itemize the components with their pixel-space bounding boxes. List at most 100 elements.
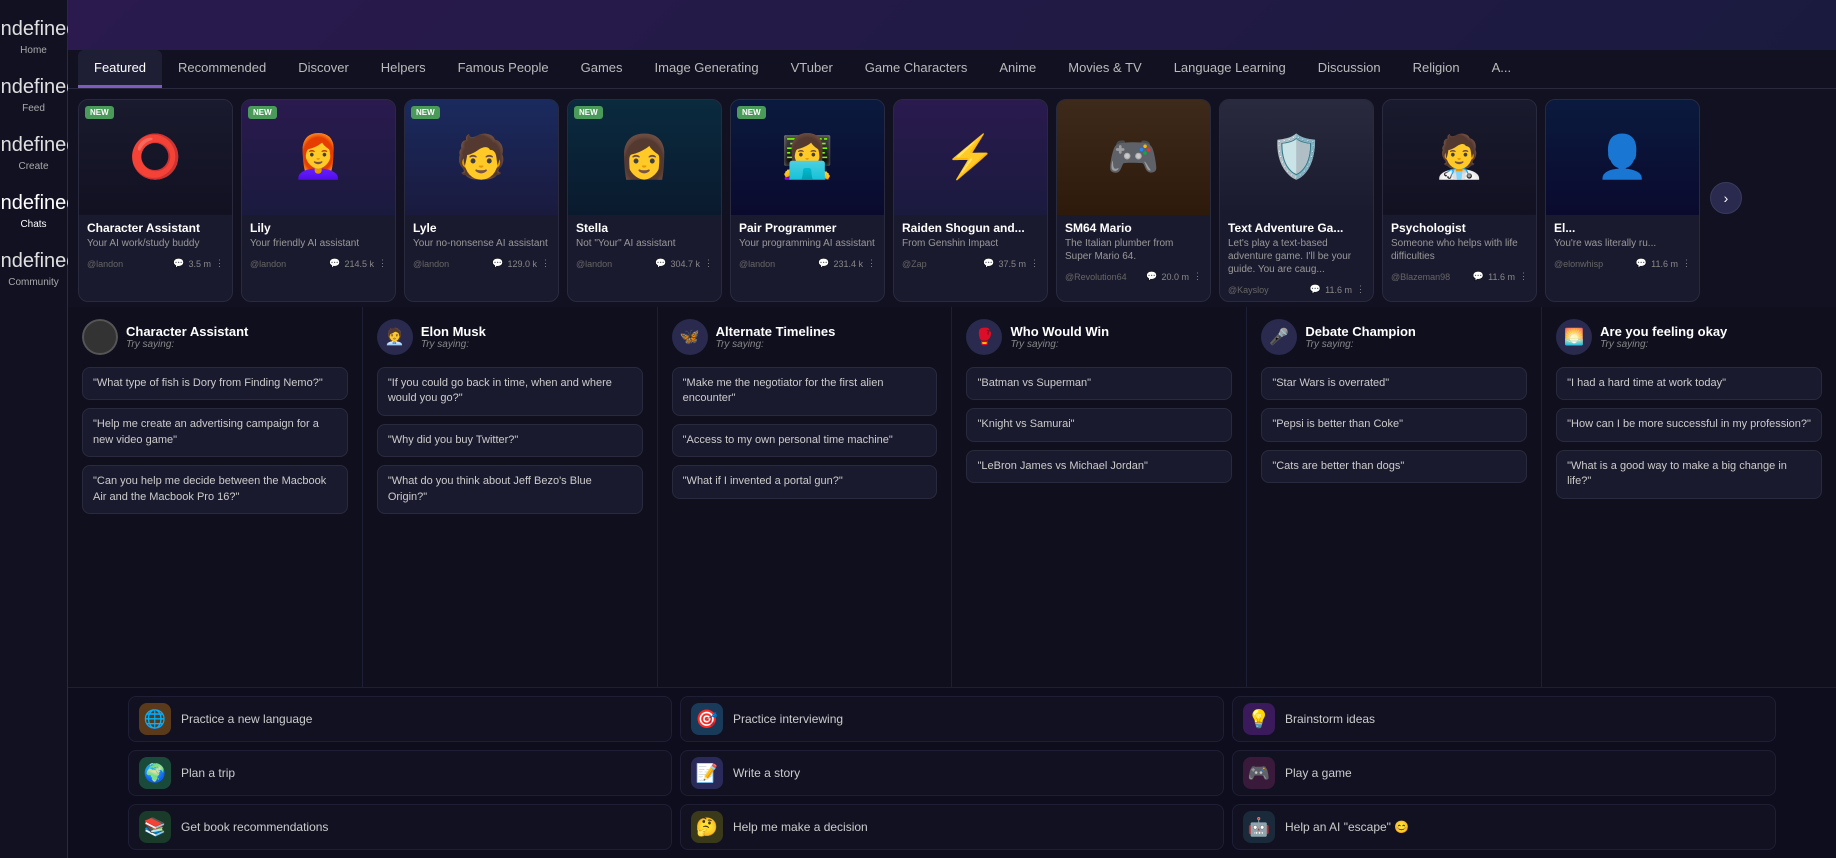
tab-discussion[interactable]: Discussion bbox=[1302, 50, 1397, 88]
tab-featured[interactable]: Featured bbox=[78, 50, 162, 88]
card-name-lyle: Lyle bbox=[413, 221, 550, 235]
try-saying-label: Try saying: bbox=[421, 339, 486, 350]
try-prompt[interactable]: "Knight vs Samurai" bbox=[966, 408, 1232, 441]
card-character-assistant[interactable]: NEW ⭕ Character Assistant Your AI work/s… bbox=[78, 99, 233, 302]
card-info-raiden-shogun: Raiden Shogun and... From Genshin Impact bbox=[894, 215, 1047, 254]
character-cards-row: NEW ⭕ Character Assistant Your AI work/s… bbox=[68, 89, 1710, 307]
card-name-stella: Stella bbox=[576, 221, 713, 235]
chat-icon: 💬 bbox=[492, 258, 503, 269]
card-psychologist[interactable]: 🧑‍⚕️ Psychologist Someone who helps with… bbox=[1382, 99, 1537, 302]
tab-image-generating[interactable]: Image Generating bbox=[639, 50, 775, 88]
category-tabs: FeaturedRecommendedDiscoverHelpersFamous… bbox=[68, 50, 1836, 89]
try-prompt[interactable]: "What is a good way to make a big change… bbox=[1556, 450, 1822, 499]
try-prompt[interactable]: "Cats are better than dogs" bbox=[1261, 450, 1527, 483]
try-prompt[interactable]: "LeBron James vs Michael Jordan" bbox=[966, 450, 1232, 483]
tab-game-characters[interactable]: Game Characters bbox=[849, 50, 984, 88]
try-prompt[interactable]: "How can I be more successful in my prof… bbox=[1556, 408, 1822, 441]
card-info-lyle: Lyle Your no-nonsense AI assistant bbox=[405, 215, 558, 254]
try-prompt[interactable]: "Help me create an advertising campaign … bbox=[82, 408, 348, 457]
card-sm64-mario[interactable]: 🎮 SM64 Mario The Italian plumber from Su… bbox=[1056, 99, 1211, 302]
more-icon: ⋮ bbox=[867, 258, 876, 269]
tab-movies-tv[interactable]: Movies & TV bbox=[1052, 50, 1157, 88]
card-image-eli: 👤 bbox=[1546, 100, 1699, 215]
chat-icon: 💬 bbox=[655, 258, 666, 269]
action-help-decision[interactable]: 🤔 Help me make a decision bbox=[680, 804, 1224, 850]
sidebar-item-feed[interactable]: undefined Feed bbox=[4, 68, 64, 122]
tab-more[interactable]: A... bbox=[1476, 50, 1528, 88]
try-name-alternate-timelines: Alternate Timelines bbox=[716, 324, 836, 339]
try-prompt[interactable]: "If you could go back in time, when and … bbox=[377, 367, 643, 416]
more-icon: ⋮ bbox=[1193, 271, 1202, 282]
try-saying-label: Try saying: bbox=[716, 339, 836, 350]
try-prompt[interactable]: "What type of fish is Dory from Finding … bbox=[82, 367, 348, 400]
action-brainstorm-ideas[interactable]: 💡 Brainstorm ideas bbox=[1232, 696, 1776, 742]
tab-recommended[interactable]: Recommended bbox=[162, 50, 282, 88]
tab-vtuber[interactable]: VTuber bbox=[775, 50, 849, 88]
try-prompt[interactable]: "Star Wars is overrated" bbox=[1261, 367, 1527, 400]
sidebar: undefined Homeundefined Feedundefined Cr… bbox=[0, 0, 68, 858]
action-icon-plan-trip: 🌍 bbox=[139, 757, 171, 789]
community-icon: undefined bbox=[0, 250, 77, 273]
tab-religion[interactable]: Religion bbox=[1397, 50, 1476, 88]
sidebar-item-chats[interactable]: undefined Chats bbox=[4, 184, 64, 238]
try-prompt[interactable]: "Why did you buy Twitter?" bbox=[377, 424, 643, 457]
action-icon-book-recommendations: 📚 bbox=[139, 811, 171, 843]
action-write-story[interactable]: 📝 Write a story bbox=[680, 750, 1224, 796]
card-eli[interactable]: 👤 El... You're was literally ru... @elon… bbox=[1545, 99, 1700, 302]
card-desc-character-assistant: Your AI work/study buddy bbox=[87, 237, 224, 250]
try-prompt[interactable]: "Pepsi is better than Coke" bbox=[1261, 408, 1527, 441]
cards-next-button[interactable]: › bbox=[1710, 182, 1742, 214]
card-author-pair-programmer: @landon bbox=[739, 259, 775, 269]
feed-icon: undefined bbox=[0, 76, 77, 99]
action-icon-practice-interviewing: 🎯 bbox=[691, 703, 723, 735]
card-image-raiden-shogun: ⚡ bbox=[894, 100, 1047, 215]
card-stella[interactable]: NEW 👩 Stella Not "Your" AI assistant @la… bbox=[567, 99, 722, 302]
action-ai-escape[interactable]: 🤖 Help an AI "escape" 😊 bbox=[1232, 804, 1776, 850]
tab-anime[interactable]: Anime bbox=[983, 50, 1052, 88]
sidebar-item-home[interactable]: undefined Home bbox=[4, 10, 64, 64]
try-prompt[interactable]: "Batman vs Superman" bbox=[966, 367, 1232, 400]
action-book-recommendations[interactable]: 📚 Get book recommendations bbox=[128, 804, 672, 850]
action-label-write-story: Write a story bbox=[733, 766, 800, 780]
more-icon: ⋮ bbox=[215, 258, 224, 269]
card-text-adventure-game[interactable]: 🛡️ Text Adventure Ga... Let's play a tex… bbox=[1219, 99, 1374, 302]
sidebar-item-create[interactable]: undefined Create bbox=[4, 126, 64, 180]
try-prompt[interactable]: "Access to my own personal time machine" bbox=[672, 424, 938, 457]
char-emoji-sm64-mario: 🎮 bbox=[1057, 100, 1210, 215]
try-col-who-would-win: 🥊 Who Would Win Try saying: "Batman vs S… bbox=[952, 307, 1247, 687]
try-avatar-alternate-timelines: 🦋 bbox=[672, 319, 708, 355]
more-icon: ⋮ bbox=[1519, 271, 1528, 282]
action-plan-trip[interactable]: 🌍 Plan a trip bbox=[128, 750, 672, 796]
try-prompt[interactable]: "Make me the negotiator for the first al… bbox=[672, 367, 938, 416]
tab-language-learning[interactable]: Language Learning bbox=[1158, 50, 1302, 88]
card-desc-eli: You're was literally ru... bbox=[1554, 237, 1691, 250]
action-play-game[interactable]: 🎮 Play a game bbox=[1232, 750, 1776, 796]
sidebar-item-community[interactable]: undefined Community bbox=[4, 242, 64, 296]
card-image-lyle: NEW 🧑 bbox=[405, 100, 558, 215]
card-pair-programmer[interactable]: NEW 👩‍💻 Pair Programmer Your programming… bbox=[730, 99, 885, 302]
card-lyle[interactable]: NEW 🧑 Lyle Your no-nonsense AI assistant… bbox=[404, 99, 559, 302]
tab-helpers[interactable]: Helpers bbox=[365, 50, 442, 88]
try-prompt[interactable]: "Can you help me decide between the Macb… bbox=[82, 465, 348, 514]
card-lily[interactable]: NEW 👩‍🦰 Lily Your friendly AI assistant … bbox=[241, 99, 396, 302]
tab-famous-people[interactable]: Famous People bbox=[442, 50, 565, 88]
try-prompt[interactable]: "What if I invented a portal gun?" bbox=[672, 465, 938, 498]
action-icon-brainstorm-ideas: 💡 bbox=[1243, 703, 1275, 735]
try-avatar-debate-champion: 🎤 bbox=[1261, 319, 1297, 355]
card-raiden-shogun[interactable]: ⚡ Raiden Shogun and... From Genshin Impa… bbox=[893, 99, 1048, 302]
action-practice-language[interactable]: 🌐 Practice a new language bbox=[128, 696, 672, 742]
card-author-sm64-mario: @Revolution64 bbox=[1065, 272, 1127, 282]
more-icon: ⋮ bbox=[541, 258, 550, 269]
card-footer-character-assistant: @landon 💬 3.5 m ⋮ bbox=[79, 254, 232, 275]
try-prompt[interactable]: "I had a hard time at work today" bbox=[1556, 367, 1822, 400]
card-name-text-adventure-game: Text Adventure Ga... bbox=[1228, 221, 1365, 235]
card-stats-lily: 💬 214.5 k ⋮ bbox=[329, 258, 387, 269]
action-label-practice-language: Practice a new language bbox=[181, 712, 312, 726]
try-prompt[interactable]: "What do you think about Jeff Bezo's Blu… bbox=[377, 465, 643, 514]
card-stats-raiden-shogun: 💬 37.5 m ⋮ bbox=[983, 258, 1039, 269]
hero-banner bbox=[68, 0, 1836, 50]
try-header-who-would-win: 🥊 Who Would Win Try saying: bbox=[966, 319, 1232, 355]
tab-games[interactable]: Games bbox=[565, 50, 639, 88]
tab-discover[interactable]: Discover bbox=[282, 50, 365, 88]
action-practice-interviewing[interactable]: 🎯 Practice interviewing bbox=[680, 696, 1224, 742]
